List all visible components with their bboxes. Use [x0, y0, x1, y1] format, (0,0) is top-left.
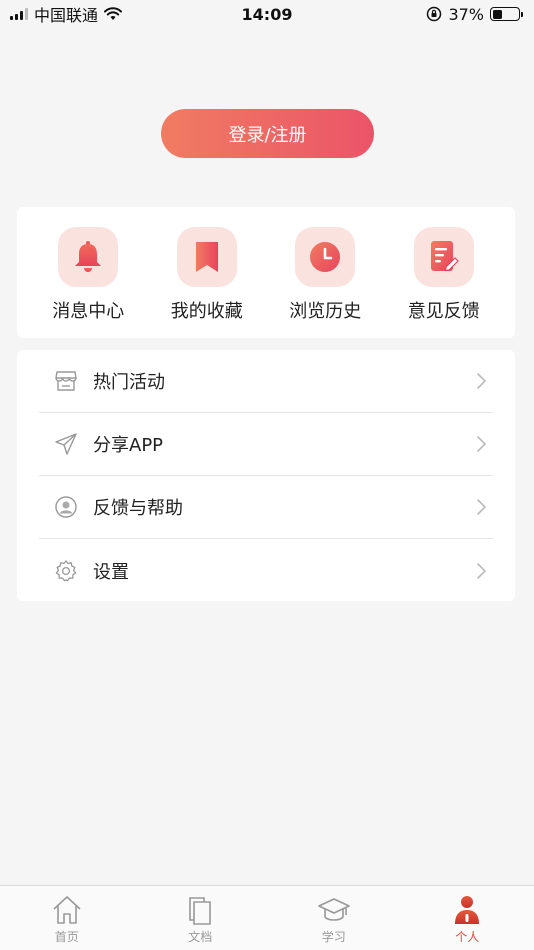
login-register-button[interactable]: 登录/注册 — [161, 109, 374, 158]
quick-item-history[interactable]: 浏览历史 — [270, 207, 380, 338]
tab-documents[interactable]: 文档 — [145, 886, 255, 950]
chevron-right-icon — [477, 499, 487, 515]
send-icon — [55, 433, 77, 455]
tab-personal[interactable]: 个人 — [412, 886, 522, 950]
menu-label: 热门活动 — [93, 372, 165, 393]
quick-item-favorites[interactable]: 我的收藏 — [152, 207, 262, 338]
status-left: 中国联通 — [10, 2, 123, 26]
quick-label: 消息中心 — [52, 301, 125, 322]
menu-label: 分享APP — [93, 435, 164, 456]
chevron-right-icon — [477, 562, 487, 579]
user-circle-icon — [55, 496, 77, 518]
menu-item-settings[interactable]: 设置 — [39, 539, 493, 602]
bell-icon — [58, 227, 119, 287]
documents-icon — [184, 894, 216, 926]
carrier-name: 中国联通 — [34, 6, 99, 25]
chevron-right-icon — [477, 373, 487, 389]
quick-actions-card: 消息中心 我的收藏 浏览历史 意见反馈 — [17, 207, 515, 338]
tab-bar: 首页 文档 学习 个人 — [0, 885, 534, 950]
wifi-icon — [104, 7, 123, 20]
orientation-lock-icon — [427, 6, 442, 22]
store-icon — [55, 370, 77, 392]
status-right: 37% — [426, 4, 523, 24]
home-icon — [51, 894, 83, 926]
feedback-icon — [413, 227, 474, 287]
quick-label: 我的收藏 — [170, 301, 243, 322]
quick-label: 意见反馈 — [407, 301, 480, 322]
menu-item-feedback-help[interactable]: 反馈与帮助 — [39, 476, 493, 539]
gear-icon — [55, 559, 77, 582]
battery-percent: 37% — [448, 4, 484, 24]
tab-label: 个人 — [455, 930, 480, 944]
status-bar: 中国联通 14:09 37% — [0, 0, 534, 28]
quick-label: 浏览历史 — [289, 301, 362, 322]
tab-label: 学习 — [321, 930, 346, 944]
tab-label: 文档 — [188, 930, 213, 944]
graduation-cap-icon — [317, 894, 350, 926]
chevron-right-icon — [477, 436, 487, 452]
person-icon — [451, 894, 483, 926]
menu-item-hot-activities[interactable]: 热门活动 — [39, 350, 493, 413]
menu-item-share-app[interactable]: 分享APP — [39, 413, 493, 476]
tab-label: 首页 — [54, 930, 79, 944]
menu-label: 反馈与帮助 — [93, 498, 183, 519]
tab-learning[interactable]: 学习 — [279, 886, 389, 950]
quick-item-feedback[interactable]: 意见反馈 — [389, 207, 499, 338]
menu-list: 热门活动 分享APP 反馈与帮助 设置 — [17, 350, 515, 601]
menu-label: 设置 — [93, 561, 129, 583]
signal-icon — [10, 8, 28, 20]
clock-icon — [295, 227, 356, 287]
quick-item-messages[interactable]: 消息中心 — [33, 207, 143, 338]
bookmark-icon — [176, 227, 237, 287]
tab-home[interactable]: 首页 — [12, 886, 122, 950]
battery-icon — [490, 7, 523, 21]
